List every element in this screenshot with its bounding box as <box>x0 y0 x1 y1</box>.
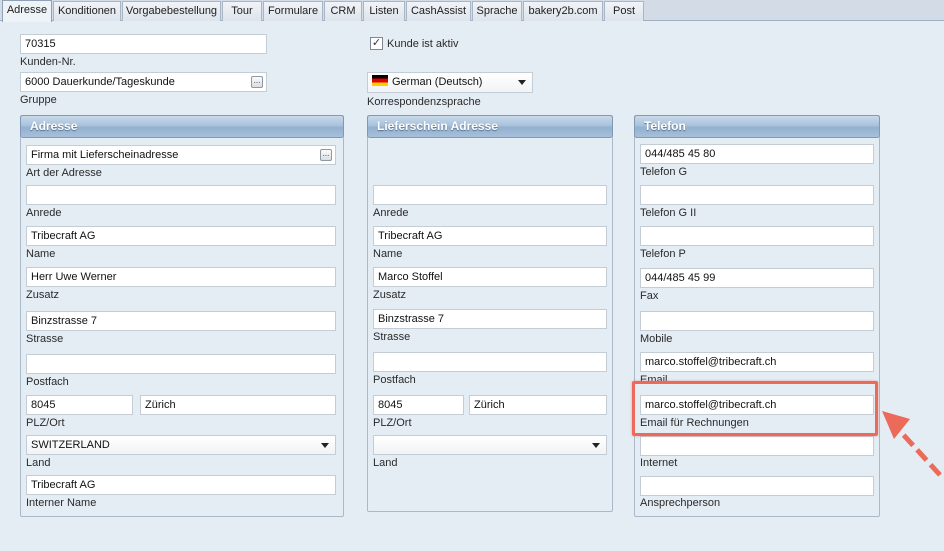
postfach-label: Postfach <box>26 376 69 388</box>
ort-input[interactable]: Zürich <box>140 395 336 415</box>
telefon-g2-input[interactable] <box>640 185 874 205</box>
tab-vorgabebestellung[interactable]: Vorgabebestellung <box>122 1 221 21</box>
ansprechperson-label: Ansprechperson <box>640 497 721 509</box>
strasse-label: Strasse <box>26 333 64 345</box>
telefon-g-input[interactable]: 044/485 45 80 <box>640 144 874 164</box>
ls-name-label: Name <box>373 248 403 260</box>
telefon-p-label: Telefon P <box>640 248 686 260</box>
tab-bar: Adresse Konditionen Vorgabebestellung To… <box>0 0 944 22</box>
gruppe-label: Gruppe <box>20 94 57 106</box>
email-input[interactable]: marco.stoffel@tribecraft.ch <box>640 352 874 372</box>
telefon-g-label: Telefon G <box>640 166 688 178</box>
ls-land-label: Land <box>373 457 398 469</box>
art-der-adresse-label: Art der Adresse <box>26 167 102 179</box>
ls-land-select[interactable] <box>373 435 607 455</box>
highlight-box <box>632 381 878 436</box>
name-input[interactable]: Tribecraft AG <box>26 226 336 246</box>
telefon-p-input[interactable] <box>640 226 874 246</box>
interner-name-input[interactable]: Tribecraft AG <box>26 475 336 495</box>
ls-name-input[interactable]: Tribecraft AG <box>373 226 607 246</box>
ls-plz-input[interactable]: 8045 <box>373 395 464 415</box>
sprache-value: German (Deutsch) <box>392 76 483 88</box>
lieferschein-group-title: Lieferschein Adresse <box>367 115 613 138</box>
chevron-down-icon <box>592 443 600 448</box>
german-flag-icon <box>372 75 388 86</box>
interner-name-label: Interner Name <box>26 497 97 509</box>
ls-postfach-label: Postfach <box>373 374 416 386</box>
gruppe-browse-button[interactable]: ... <box>251 76 263 88</box>
chevron-down-icon <box>321 443 329 448</box>
ansprechperson-input[interactable] <box>640 476 874 496</box>
land-select[interactable]: SWITZERLAND <box>26 435 336 455</box>
land-value: SWITZERLAND <box>31 439 110 451</box>
adresse-group-title: Adresse <box>20 115 344 138</box>
mobile-input[interactable] <box>640 311 874 331</box>
mobile-label: Mobile <box>640 333 673 345</box>
art-der-adresse-value: Firma mit Lieferscheinadresse <box>31 149 179 161</box>
ls-ort-input[interactable]: Zürich <box>469 395 607 415</box>
art-browse-button[interactable]: ... <box>320 149 332 161</box>
fax-input[interactable]: 044/485 45 99 <box>640 268 874 288</box>
postfach-input[interactable] <box>26 354 336 374</box>
anrede-input[interactable] <box>26 185 336 205</box>
plz-input[interactable]: 8045 <box>26 395 133 415</box>
tab-bakery2b[interactable]: bakery2b.com <box>523 1 603 21</box>
annotation-arrow-icon <box>882 411 942 477</box>
ls-strasse-input[interactable]: Binzstrasse 7 <box>373 309 607 329</box>
ls-anrede-label: Anrede <box>373 207 409 219</box>
tab-cashassist[interactable]: CashAssist <box>406 1 471 21</box>
tab-konditionen[interactable]: Konditionen <box>53 1 121 21</box>
chevron-down-icon <box>518 80 526 85</box>
ls-postfach-input[interactable] <box>373 352 607 372</box>
tab-formulare[interactable]: Formulare <box>263 1 323 21</box>
fax-label: Fax <box>640 290 659 302</box>
kunde-aktiv-checkbox[interactable]: ✓ <box>370 37 383 50</box>
tab-tour[interactable]: Tour <box>222 1 262 21</box>
name-label: Name <box>26 248 56 260</box>
kunde-aktiv-label: Kunde ist aktiv <box>387 38 459 50</box>
gruppe-input[interactable]: 6000 Dauerkunde/Tageskunde ... <box>20 72 267 92</box>
ls-anrede-input[interactable] <box>373 185 607 205</box>
sprache-select[interactable]: German (Deutsch) <box>367 72 533 93</box>
zusatz-label: Zusatz <box>26 289 60 301</box>
kunden-nr-input[interactable]: 70315 <box>20 34 267 54</box>
tab-crm[interactable]: CRM <box>324 1 362 21</box>
anrede-label: Anrede <box>26 207 62 219</box>
plzort-label: PLZ/Ort <box>26 417 65 429</box>
telefon-g2-label: Telefon G II <box>640 207 697 219</box>
ls-plzort-label: PLZ/Ort <box>373 417 412 429</box>
tab-sprache[interactable]: Sprache <box>472 1 522 21</box>
land-label: Land <box>26 457 51 469</box>
zusatz-input[interactable]: Herr Uwe Werner <box>26 267 336 287</box>
strasse-input[interactable]: Binzstrasse 7 <box>26 311 336 331</box>
tab-adresse[interactable]: Adresse <box>2 0 52 22</box>
sprache-label: Korrespondenzsprache <box>367 96 481 108</box>
art-der-adresse-input[interactable]: Firma mit Lieferscheinadresse ... <box>26 145 336 165</box>
gruppe-value: 6000 Dauerkunde/Tageskunde <box>25 76 175 88</box>
telefon-group-title: Telefon <box>634 115 880 138</box>
tab-listen[interactable]: Listen <box>363 1 405 21</box>
ls-zusatz-input[interactable]: Marco Stoffel <box>373 267 607 287</box>
kunden-nr-label: Kunden-Nr. <box>20 56 76 68</box>
internet-label: Internet <box>640 457 678 469</box>
ls-zusatz-label: Zusatz <box>373 289 407 301</box>
tab-post[interactable]: Post <box>604 1 644 21</box>
internet-input[interactable] <box>640 436 874 456</box>
ls-strasse-label: Strasse <box>373 331 411 343</box>
